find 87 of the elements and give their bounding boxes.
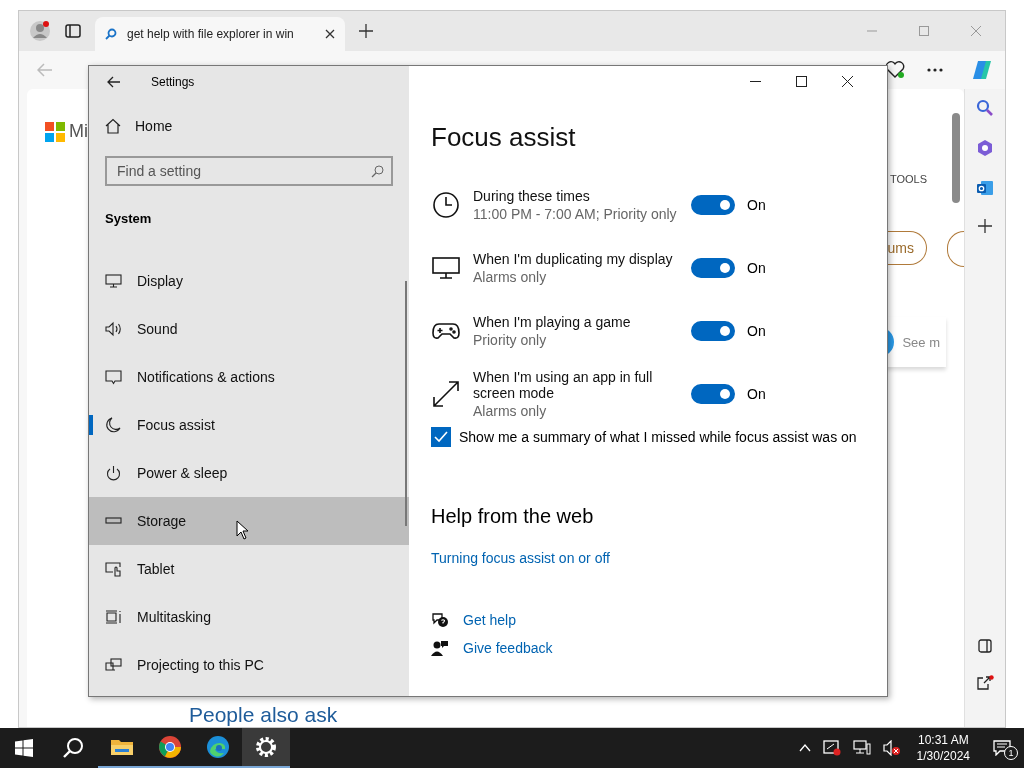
logo-text: Mi [69, 121, 88, 142]
scrollbar[interactable] [405, 281, 407, 526]
close-icon[interactable] [325, 29, 335, 39]
nav-item[interactable]: Focus assist [89, 401, 409, 449]
monitor-icon [105, 273, 123, 289]
diagonal-arrow-icon [431, 378, 461, 409]
checkbox-label: Show me a summary of what I missed while focus assist was on [459, 429, 857, 445]
gear-icon [254, 735, 278, 759]
toggle-label: On [747, 385, 766, 402]
action-link[interactable]: Get help [463, 612, 516, 628]
rule-title: When I'm using an app in full screen mode [473, 368, 654, 401]
toggle-switch[interactable] [691, 194, 735, 215]
section-heading: System [104, 210, 153, 226]
power-icon [105, 465, 123, 481]
toggle-switch[interactable] [691, 320, 735, 341]
security-icon[interactable] [822, 740, 841, 756]
new-tab-icon[interactable] [359, 24, 373, 38]
toggle-label: On [747, 322, 766, 339]
browser-tab[interactable]: get help with file explorer in win [95, 17, 345, 51]
nav-item[interactable]: Multitasking [89, 593, 409, 641]
page-title: Focus assist [431, 122, 577, 153]
nav-item[interactable]: Storage [89, 497, 409, 545]
rule-subtitle: Alarms only [473, 268, 548, 285]
search-field[interactable]: Find a setting [105, 156, 393, 186]
chat-help-icon [431, 612, 449, 628]
start-icon[interactable] [15, 739, 33, 757]
see-more-link[interactable]: See m [902, 334, 940, 350]
muted-speaker-icon[interactable] [882, 740, 901, 756]
nav-item[interactable]: Sound [89, 305, 409, 353]
nav-item[interactable]: Projecting to this PC [89, 641, 409, 689]
office-icon[interactable] [976, 139, 994, 157]
browser-icon [206, 735, 230, 759]
search-icon[interactable] [62, 737, 84, 759]
scrollbar[interactable] [952, 113, 960, 203]
tablet-icon [105, 561, 123, 577]
browser-icon [158, 735, 182, 759]
notification-count: 1 [1004, 746, 1018, 760]
tab-title: get help with file explorer in win [127, 27, 295, 41]
nav-item[interactable]: Notifications & actions [89, 353, 409, 401]
search-icon [105, 28, 117, 40]
taskbar-app[interactable] [242, 728, 290, 768]
section-heading: Help from the web [431, 505, 595, 528]
rule-title: When I'm duplicating my display [473, 250, 674, 267]
help-link[interactable]: Turning focus assist on or off [431, 550, 610, 566]
checkbox[interactable] [431, 427, 451, 447]
toggle-switch[interactable] [691, 257, 735, 278]
external-link-icon[interactable] [976, 675, 994, 691]
tab-actions-icon[interactable] [65, 23, 81, 39]
mouse-cursor-icon [236, 520, 250, 540]
network-icon[interactable] [852, 740, 871, 756]
home-item[interactable]: Home [89, 98, 409, 134]
clock-icon [431, 189, 461, 220]
speaker-icon [105, 321, 123, 337]
home-icon [105, 118, 121, 134]
rule-title: When I'm playing a game [473, 313, 632, 330]
sidebar-icon[interactable] [978, 639, 992, 653]
logo-icon [45, 121, 65, 142]
rule-subtitle: 11:00 PM - 7:00 AM; Priority only [473, 205, 678, 222]
moon-icon [105, 417, 123, 433]
search-icon [371, 165, 384, 178]
rule-subtitle: Priority only [473, 331, 548, 348]
toggle-label: On [747, 196, 766, 213]
add-icon[interactable] [978, 219, 992, 233]
speech-bubble-icon [105, 369, 123, 385]
chevron-up-icon[interactable] [798, 744, 811, 752]
multitasking-icon [105, 609, 123, 625]
rule-title: During these times [473, 187, 591, 204]
toggle-label: On [747, 259, 766, 276]
nav-item[interactable]: Power & sleep [89, 449, 409, 497]
rule-subtitle: Alarms only [473, 402, 548, 419]
toggle-switch[interactable] [691, 383, 735, 404]
window-title: Settings [151, 75, 195, 89]
nav-item[interactable]: Tablet [89, 545, 409, 593]
outlook-icon[interactable] [976, 179, 994, 197]
more-icon[interactable] [927, 68, 943, 72]
action-link[interactable]: Give feedback [463, 640, 553, 656]
health-icon[interactable] [885, 61, 905, 79]
section-heading: People also ask [189, 703, 338, 727]
nav-item[interactable]: Display [89, 257, 409, 305]
profile-icon[interactable] [29, 20, 51, 42]
back-icon[interactable] [107, 76, 121, 88]
person-feedback-icon [431, 640, 449, 656]
tools-tab[interactable]: TOOLS [889, 173, 927, 185]
maximize-icon[interactable] [796, 76, 807, 87]
clock[interactable]: 10:31 AM 1/30/2024 [906, 733, 980, 763]
close-icon[interactable] [842, 76, 853, 87]
screens-icon [105, 657, 123, 673]
